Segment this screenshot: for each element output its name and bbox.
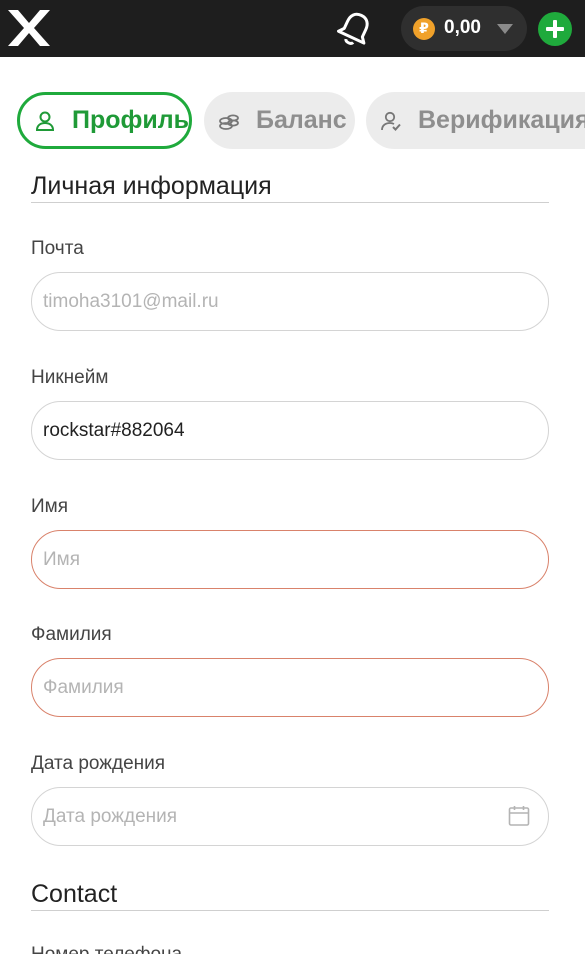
calendar-icon[interactable] <box>507 804 531 828</box>
section-divider <box>31 202 549 203</box>
last-name-label: Фамилия <box>31 624 112 645</box>
section-title-personal: Личная информация <box>31 172 272 200</box>
tab-profile[interactable]: Профиль <box>17 92 192 149</box>
bell-icon[interactable] <box>334 9 376 49</box>
add-funds-button[interactable] <box>538 12 572 46</box>
nickname-label: Никнейм <box>31 367 109 388</box>
ruble-coin-icon: ₽ <box>413 18 435 40</box>
x-logo-icon[interactable] <box>6 8 52 48</box>
nickname-field[interactable]: rockstar#882064 <box>31 401 549 460</box>
tab-balance[interactable]: Баланс <box>204 92 355 149</box>
email-field: timoha3101@mail.ru <box>31 272 549 331</box>
section-divider <box>31 910 549 911</box>
first-name-input[interactable] <box>31 530 549 589</box>
top-bar: ₽ 0,00 <box>0 0 585 57</box>
tab-verification[interactable]: Верификация <box>366 92 585 149</box>
user-check-icon <box>381 111 401 131</box>
tab-verification-label: Верификация <box>418 106 585 134</box>
balance-dropdown[interactable]: ₽ 0,00 <box>401 6 527 51</box>
last-name-input[interactable] <box>31 658 549 717</box>
coins-icon <box>219 114 239 130</box>
user-icon <box>35 111 55 131</box>
tab-profile-label: Профиль <box>72 106 190 134</box>
first-name-label: Имя <box>31 496 69 517</box>
tab-balance-label: Баланс <box>256 106 347 134</box>
birth-date-label: Дата рождения <box>31 753 166 774</box>
birth-date-input[interactable] <box>31 787 549 846</box>
phone-label: Номер телефона <box>31 944 182 954</box>
balance-value: 0,00 <box>444 17 481 38</box>
email-label: Почта <box>31 238 84 259</box>
section-title-contact: Contact <box>31 880 118 908</box>
chevron-down-icon <box>497 24 513 34</box>
